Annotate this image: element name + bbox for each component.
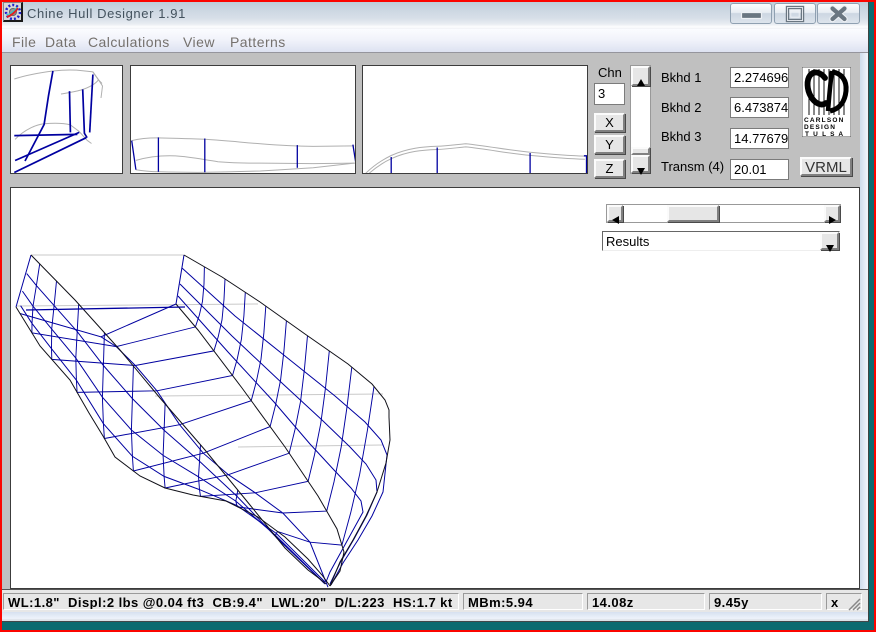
svg-text:CARLSON: CARLSON	[804, 117, 845, 124]
svg-text:T U L S A: T U L S A	[805, 131, 844, 137]
svg-text:DESIGN: DESIGN	[804, 124, 836, 131]
